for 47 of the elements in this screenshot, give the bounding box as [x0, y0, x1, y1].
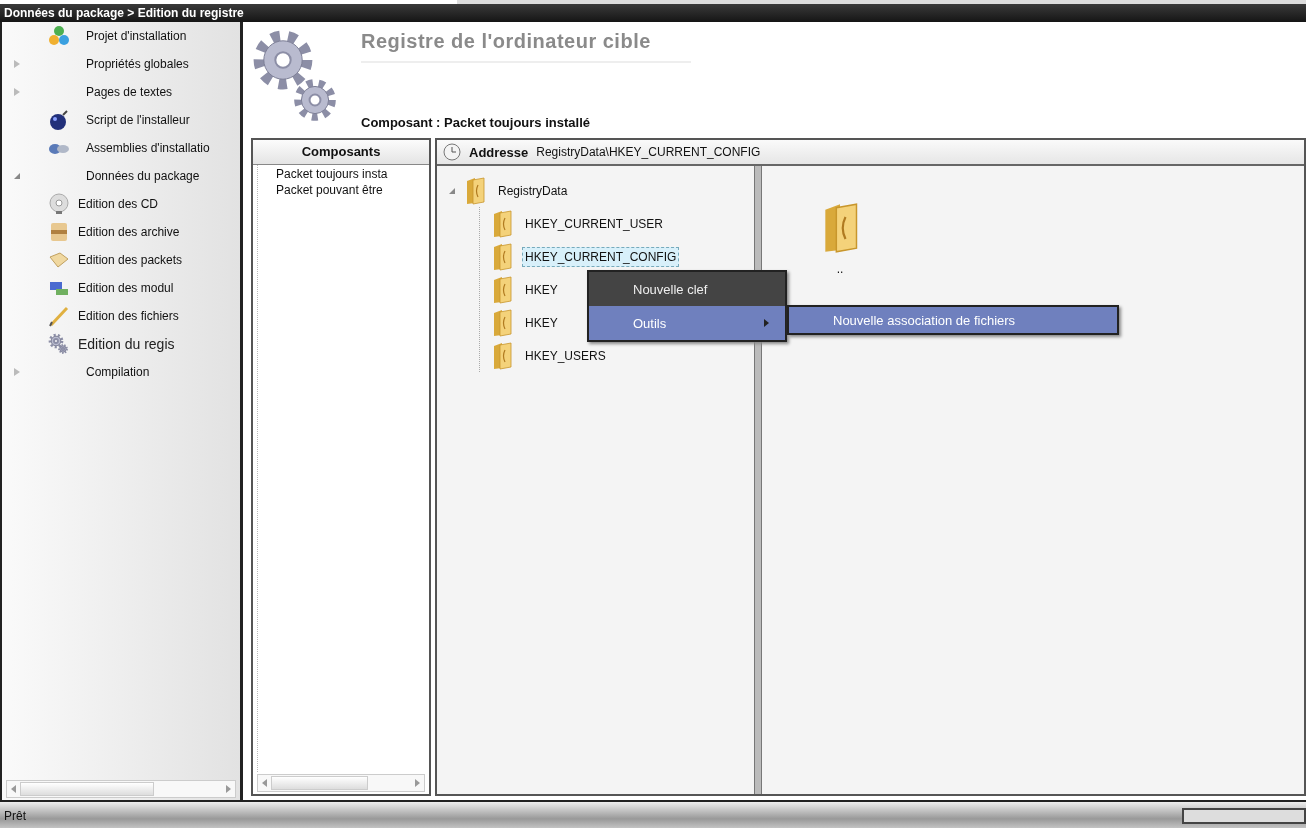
clock-icon: [443, 143, 461, 161]
expand-arrow-icon[interactable]: [14, 60, 20, 68]
folder-label[interactable]: ..: [836, 262, 844, 276]
tree-node[interactable]: HKEY: [522, 312, 561, 333]
menu-item[interactable]: Nouvelle clef: [589, 272, 785, 306]
status-text: Prêt: [3, 809, 26, 823]
tree-node[interactable]: RegistryData: [495, 180, 571, 201]
window-title: Données du package > Edition du registre: [0, 4, 1306, 22]
sidebar-item[interactable]: Edition des archive: [78, 225, 180, 239]
expand-arrow-icon[interactable]: [14, 173, 20, 179]
component-item[interactable]: Packet toujours insta: [266, 167, 429, 183]
expand-arrow-icon[interactable]: [14, 88, 20, 96]
page-title: Registre de l'ordinateur cible: [361, 30, 691, 63]
horizontal-scrollbar[interactable]: [6, 780, 236, 798]
pencil-icon: [48, 305, 70, 327]
address-label: Addresse: [469, 144, 529, 160]
menu-item[interactable]: Outils: [589, 306, 785, 340]
horizontal-scrollbar[interactable]: [257, 774, 425, 792]
sidebar-item[interactable]: Données du package: [86, 169, 200, 183]
sidebar-item[interactable]: Projet d'installation: [86, 29, 187, 43]
colored-spheres-icon: [48, 25, 70, 47]
component-item[interactable]: Packet pouvant être: [266, 183, 429, 199]
expand-arrow-icon[interactable]: [14, 368, 20, 376]
gears-icon: [48, 333, 70, 355]
sidebar-item[interactable]: Compilation: [86, 365, 150, 379]
archive-icon: [48, 221, 70, 243]
bomb-icon: [48, 109, 70, 131]
address-path: RegistryData\HKEY_CURRENT_CONFIG: [536, 145, 761, 159]
sidebar-item[interactable]: Pages de textes: [86, 85, 173, 99]
tree-node[interactable]: HKEY_CURRENT_CONFIG: [522, 246, 680, 267]
sidebar-item[interactable]: Edition du regis: [78, 336, 175, 352]
sidebar-item[interactable]: Edition des packets: [78, 253, 183, 267]
cd-icon: [48, 193, 70, 215]
sidebar-item[interactable]: Edition des modul: [78, 281, 174, 295]
sidebar-item[interactable]: Edition des fichiers: [78, 309, 179, 323]
sidebar-item[interactable]: Script de l'installeur: [86, 113, 190, 127]
column-header: Composants: [253, 140, 429, 165]
tree-node[interactable]: HKEY_CURRENT_USER: [522, 213, 667, 234]
sidebar-item[interactable]: Edition des CD: [78, 197, 159, 211]
component-subtitle: Composant : Packet toujours installé: [361, 115, 591, 130]
menu-item[interactable]: Nouvelle association de fichiers: [789, 307, 1117, 333]
submenu-arrow-icon: [764, 319, 769, 327]
tree-node[interactable]: HKEY_USERS: [522, 345, 609, 366]
tree-node[interactable]: HKEY: [522, 279, 561, 300]
expand-arrow-icon[interactable]: [449, 187, 455, 194]
sidebar-item[interactable]: Assemblies d'installatio: [86, 141, 210, 155]
sidebar-item[interactable]: Propriétés globales: [86, 57, 189, 71]
